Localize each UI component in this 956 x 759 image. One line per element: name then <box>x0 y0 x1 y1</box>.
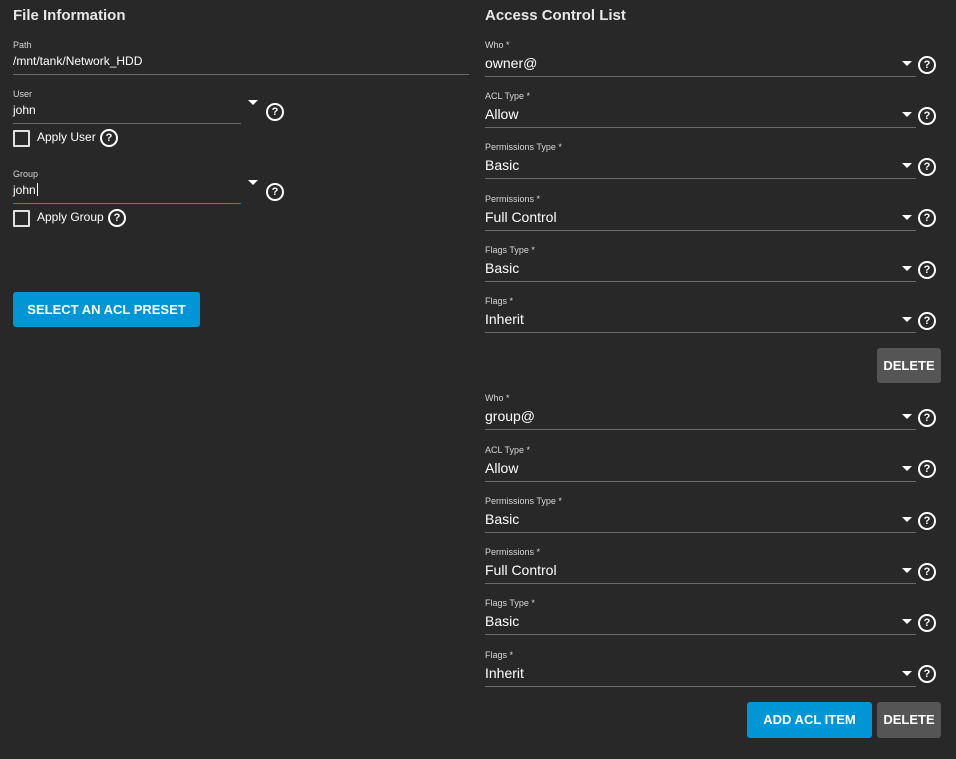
who-select[interactable]: group@ <box>485 408 535 424</box>
acl-type-help-icon[interactable]: ? <box>918 107 936 125</box>
flags-select[interactable]: Inherit <box>485 311 524 327</box>
chevron-down-icon[interactable] <box>902 568 912 573</box>
permissions-type-label: Permissions Type * <box>485 142 562 152</box>
user-underline <box>13 123 241 124</box>
acl-type-select[interactable]: Allow <box>485 460 518 476</box>
chevron-down-icon[interactable] <box>902 414 912 419</box>
apply-group-checkbox[interactable] <box>13 210 30 227</box>
who-label: Who * <box>485 393 510 403</box>
flags-type-help-icon[interactable]: ? <box>918 261 936 279</box>
path-underline <box>13 74 469 75</box>
permissions-type-underline <box>485 178 916 179</box>
who-help-icon[interactable]: ? <box>918 56 936 74</box>
permissions-select[interactable]: Full Control <box>485 562 557 578</box>
flags-type-help-icon[interactable]: ? <box>918 614 936 632</box>
group-underline <box>13 203 241 204</box>
chevron-down-icon[interactable] <box>902 517 912 522</box>
flags-type-select[interactable]: Basic <box>485 613 519 629</box>
acl-type-select[interactable]: Allow <box>485 106 518 122</box>
permissions-help-icon[interactable]: ? <box>918 563 936 581</box>
permissions-type-help-icon[interactable]: ? <box>918 158 936 176</box>
flags-underline <box>485 686 916 687</box>
permissions-label: Permissions * <box>485 194 541 204</box>
access-control-list-title: Access Control List <box>485 7 626 24</box>
flags-type-label: Flags Type * <box>485 598 535 608</box>
acl-type-label: ACL Type * <box>485 91 531 101</box>
chevron-down-icon[interactable] <box>902 61 912 66</box>
flags-underline <box>485 332 916 333</box>
select-acl-preset-button[interactable]: SELECT AN ACL PRESET <box>13 292 200 327</box>
flags-type-underline <box>485 281 916 282</box>
path-label: Path <box>13 40 32 50</box>
chevron-down-icon[interactable] <box>902 671 912 676</box>
user-label: User <box>13 89 33 99</box>
flags-type-select[interactable]: Basic <box>485 260 519 276</box>
path-field: /mnt/tank/Network_HDD <box>13 54 143 68</box>
permissions-type-select[interactable]: Basic <box>485 157 519 173</box>
flags-help-icon[interactable]: ? <box>918 665 936 683</box>
chevron-down-icon[interactable] <box>902 317 912 322</box>
text-cursor <box>36 183 38 196</box>
who-select[interactable]: owner@ <box>485 55 537 71</box>
acl-type-underline <box>485 127 916 128</box>
permissions-underline <box>485 230 916 231</box>
user-help-icon[interactable]: ? <box>266 103 284 121</box>
acl-type-help-icon[interactable]: ? <box>918 460 936 478</box>
apply-group-label[interactable]: Apply Group <box>37 210 104 224</box>
apply-group-help-icon[interactable]: ? <box>108 209 126 227</box>
chevron-down-icon[interactable] <box>902 619 912 624</box>
permissions-select[interactable]: Full Control <box>485 209 557 225</box>
flags-help-icon[interactable]: ? <box>918 312 936 330</box>
permissions-type-select[interactable]: Basic <box>485 511 519 527</box>
apply-user-label[interactable]: Apply User <box>37 130 96 144</box>
delete-acl-item-button[interactable]: DELETE <box>877 348 941 383</box>
who-underline <box>485 76 916 77</box>
acl-type-label: ACL Type * <box>485 445 531 455</box>
chevron-down-icon[interactable] <box>902 215 912 220</box>
chevron-down-icon[interactable] <box>902 466 912 471</box>
user-select[interactable]: john <box>13 103 36 117</box>
user-dropdown-caret-icon[interactable] <box>248 100 258 105</box>
apply-user-help-icon[interactable]: ? <box>100 129 118 147</box>
flags-label: Flags * <box>485 296 514 306</box>
permissions-type-label: Permissions Type * <box>485 496 562 506</box>
permissions-help-icon[interactable]: ? <box>918 209 936 227</box>
flags-label: Flags * <box>485 650 514 660</box>
chevron-down-icon[interactable] <box>902 266 912 271</box>
acl-type-underline <box>485 481 916 482</box>
group-dropdown-caret-icon[interactable] <box>248 180 258 185</box>
chevron-down-icon[interactable] <box>902 112 912 117</box>
permissions-type-underline <box>485 532 916 533</box>
permissions-underline <box>485 583 916 584</box>
file-information-title: File Information <box>13 7 126 24</box>
chevron-down-icon[interactable] <box>902 163 912 168</box>
group-label: Group <box>13 169 39 179</box>
permissions-label: Permissions * <box>485 547 541 557</box>
group-help-icon[interactable]: ? <box>266 183 284 201</box>
group-input[interactable]: john <box>13 183 38 197</box>
flags-type-underline <box>485 634 916 635</box>
who-label: Who * <box>485 40 510 50</box>
add-acl-item-button[interactable]: ADD ACL ITEM <box>747 702 872 738</box>
who-help-icon[interactable]: ? <box>918 409 936 427</box>
who-underline <box>485 429 916 430</box>
apply-user-checkbox[interactable] <box>13 130 30 147</box>
flags-select[interactable]: Inherit <box>485 665 524 681</box>
flags-type-label: Flags Type * <box>485 245 535 255</box>
permissions-type-help-icon[interactable]: ? <box>918 512 936 530</box>
delete-acl-item-button[interactable]: DELETE <box>877 702 941 738</box>
